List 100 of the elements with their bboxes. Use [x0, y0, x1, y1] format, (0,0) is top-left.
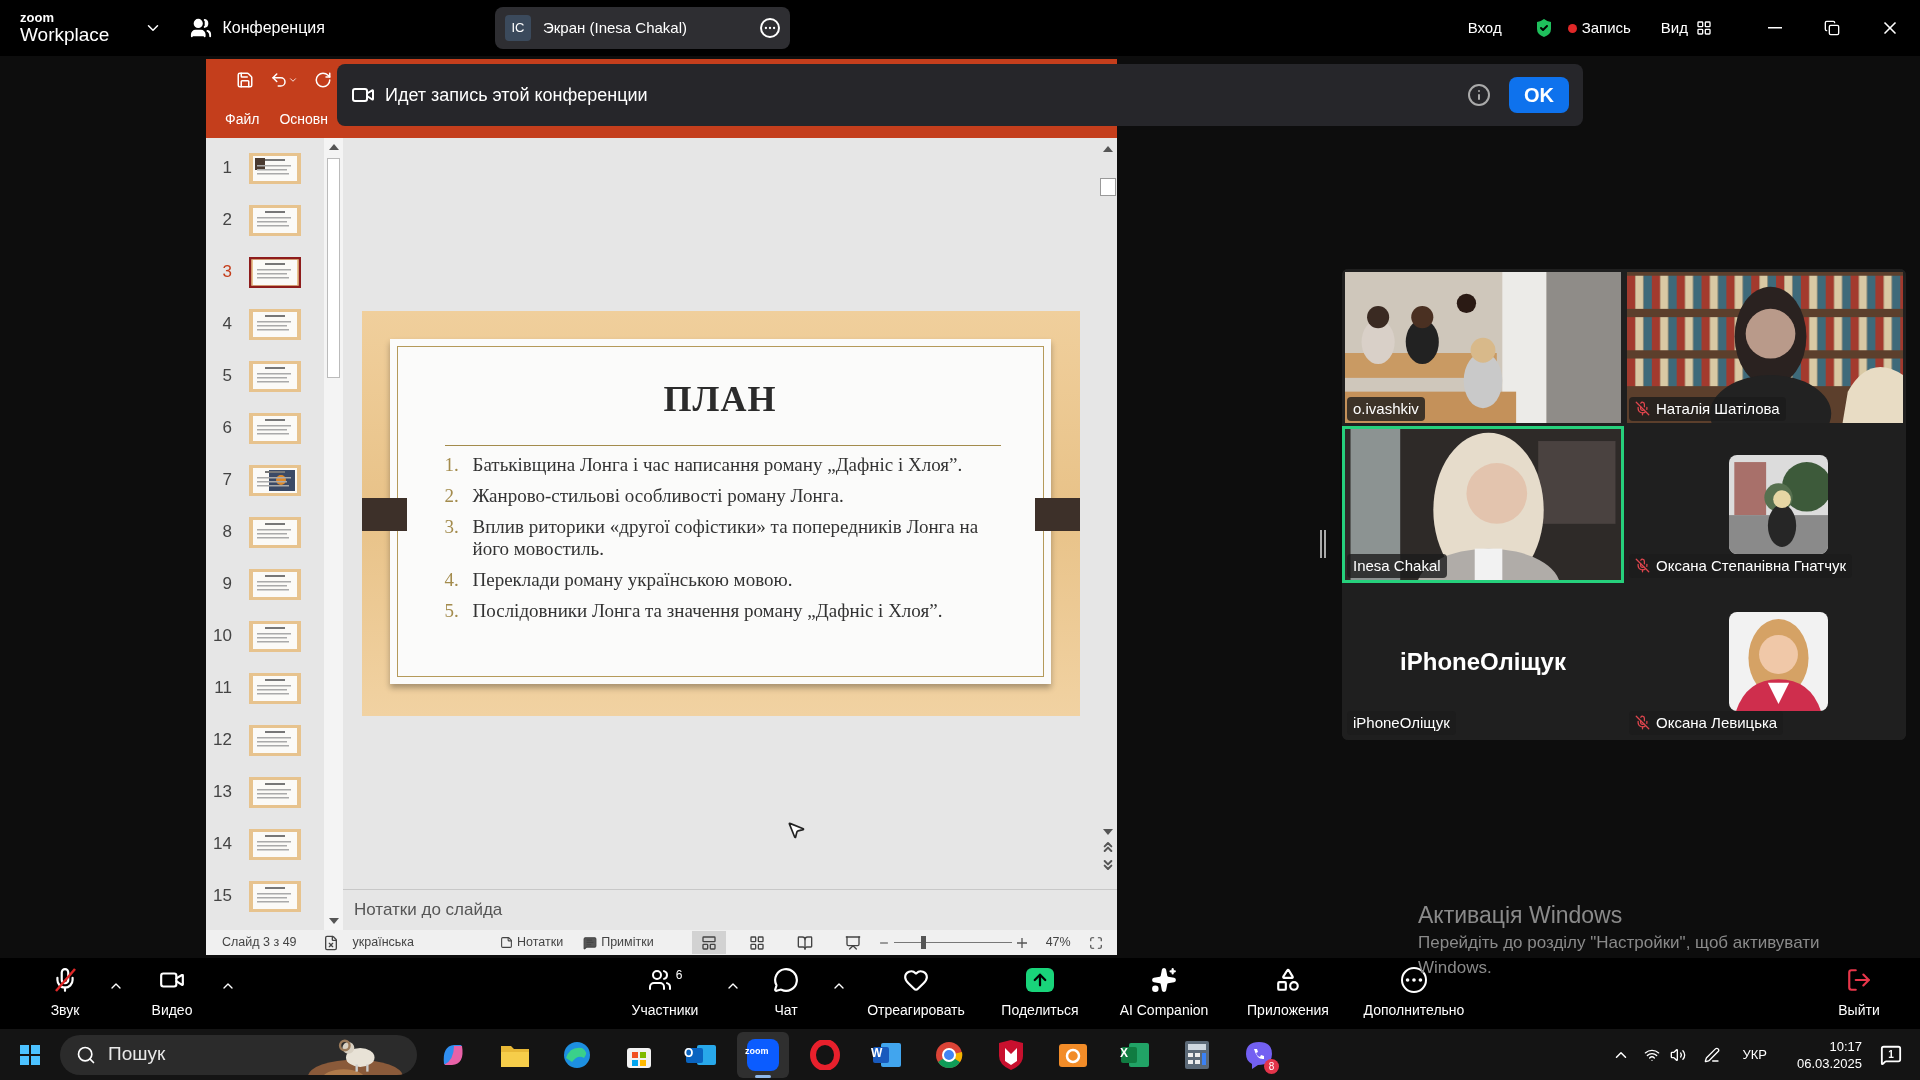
list-item-text: Жанрово-стильові особливості роману Лонга. — [472, 485, 845, 507]
spelling-icon[interactable] — [322, 934, 339, 951]
language-indicator[interactable]: УКР — [1742, 1044, 1767, 1065]
logo-product: Workplace — [20, 25, 110, 45]
view-icon — [700, 934, 717, 951]
slide-list-item[interactable]: 3 — [206, 246, 324, 298]
info-icon[interactable] — [1467, 83, 1491, 107]
ok-button[interactable]: OK — [1509, 77, 1569, 113]
slide-list-item[interactable]: 13 — [206, 766, 324, 818]
scroll-up-arrow[interactable] — [1101, 144, 1114, 154]
view-icon — [844, 934, 861, 951]
participant-name: Оксана Степанівна Гнатчук — [1656, 555, 1847, 576]
sparkle-icon — [1151, 967, 1177, 993]
toolbar-button[interactable]: Приложения — [1233, 966, 1343, 1021]
people-icon — [647, 968, 672, 992]
view-button[interactable]: Вид — [1660, 16, 1712, 40]
save-icon[interactable] — [236, 70, 254, 89]
slide-list-item[interactable]: 10 — [206, 610, 324, 662]
share-icon — [1026, 968, 1054, 992]
slide-list-item[interactable]: 9 — [206, 558, 324, 610]
ribbon-tab[interactable]: Файл — [225, 108, 260, 130]
list-number: 1. — [444, 454, 460, 476]
toolbar-button[interactable]: AI Companion — [1105, 966, 1223, 1021]
slide-list-item[interactable]: 5 — [206, 350, 324, 402]
notes-button[interactable]: Нотатки — [500, 933, 564, 952]
active-indicator — [755, 1074, 771, 1078]
slide-list-item[interactable]: 2 — [206, 194, 324, 246]
volume-icon[interactable] — [1670, 1046, 1687, 1063]
redo-icon[interactable] — [314, 70, 332, 89]
clock-date: 06.03.2025 — [1796, 1054, 1862, 1072]
slide-list-item[interactable]: 14 — [206, 818, 324, 870]
toolbar-button[interactable]: Звук — [30, 966, 100, 1021]
zoom-slider[interactable] — [893, 936, 1012, 949]
scrollbar-thumb[interactable] — [327, 158, 340, 378]
wave-circle-icon — [562, 1039, 592, 1070]
zoom-in-icon[interactable] — [1015, 936, 1028, 949]
display-name: iPhoneОліщук — [1400, 646, 1566, 677]
toolbar-button[interactable]: Видео — [132, 966, 212, 1021]
logo-brand: zoom — [20, 11, 55, 25]
meeting-menu[interactable]: Конференция — [190, 16, 325, 40]
zoom-percent: 47% — [1045, 934, 1071, 952]
cursor-icon — [786, 820, 806, 840]
view-icon — [796, 934, 813, 951]
notifications-button[interactable]: 1 — [1876, 1039, 1906, 1070]
toolbar-button[interactable]: Выйти — [1824, 966, 1894, 1021]
screen-share-pill[interactable]: IC Экран (Inesa Chakal) — [495, 7, 790, 49]
ring-icon — [810, 1039, 840, 1070]
slide-list-item[interactable]: 7 — [206, 454, 324, 506]
language-label: українська — [352, 934, 415, 952]
slide-list-item[interactable]: 1 — [206, 142, 324, 194]
taskbar-button[interactable]: 8 — [1233, 1031, 1285, 1078]
record-button[interactable]: Запись — [1567, 16, 1631, 40]
taskbar-button[interactable]: X — [1109, 1031, 1161, 1078]
scrollbar-thumb[interactable] — [1099, 178, 1116, 196]
slide-list-item[interactable]: 4 — [206, 298, 324, 350]
scroll-up-arrow[interactable] — [327, 142, 340, 152]
slider-thumb[interactable] — [921, 936, 927, 949]
comment-icon — [583, 935, 598, 950]
more-icon[interactable] — [760, 18, 780, 38]
ribbon-tab[interactable]: Основн — [279, 108, 328, 130]
message-icon — [1880, 1043, 1902, 1066]
slide-list-item[interactable]: 6 — [206, 402, 324, 454]
view-icon — [748, 934, 765, 951]
pen-icon[interactable] — [1704, 1046, 1721, 1063]
share-label: Экран (Inesa Chakal) — [543, 17, 688, 38]
restore-icon — [1823, 20, 1840, 36]
list-item-text: Переклади роману українською мовою. — [472, 569, 794, 591]
toolbar-button[interactable]: Отреагировать — [857, 966, 975, 1021]
scroll-down-arrow[interactable] — [327, 916, 340, 926]
slide-list-item[interactable]: 15 — [206, 870, 324, 922]
participant-name: Inesa Chakal — [1353, 555, 1441, 576]
toolbar-button[interactable]: Чат — [751, 966, 821, 1021]
search-field[interactable]: Пошук — [108, 1040, 258, 1069]
slide-list-item[interactable]: 8 — [206, 506, 324, 558]
scroll-down-arrow[interactable] — [1101, 827, 1114, 837]
toolbar-button[interactable]: 6 Участники — [615, 966, 715, 1021]
clock-time: 10:17 — [1829, 1037, 1862, 1055]
four-squares-icon — [20, 1044, 40, 1065]
minimize-icon — [1767, 27, 1782, 29]
participant-name: Наталія Шатілова — [1656, 398, 1780, 419]
search-icon — [76, 1044, 96, 1065]
comments-button[interactable]: Примітки — [583, 933, 654, 952]
notes-icon — [500, 936, 514, 949]
list-item-text: Послідовники Лонга та значення роману „Дафніс і Хлоя”. — [472, 600, 944, 622]
exit-icon — [1846, 967, 1872, 993]
phone-bubble-icon — [1244, 1039, 1274, 1070]
slide-list-item[interactable]: 11 — [206, 662, 324, 714]
undo-icon[interactable] — [270, 70, 288, 89]
list-number: 4. — [444, 569, 460, 591]
initials-avatar: IC — [505, 15, 531, 41]
apps-icon — [1275, 967, 1301, 993]
grid-icon — [1696, 20, 1712, 36]
search-bar[interactable]: Пошук — [60, 1034, 417, 1075]
view-mode-button[interactable] — [691, 931, 726, 954]
fit-slide-icon[interactable] — [1088, 935, 1103, 950]
splitter-handle[interactable] — [1320, 530, 1326, 558]
sign-in-button[interactable]: Вход — [1467, 16, 1502, 40]
toolbar-button[interactable]: Поделиться — [985, 966, 1095, 1021]
activation-title: Активація Windows — [1418, 901, 1624, 930]
slide-list-item[interactable]: 12 — [206, 714, 324, 766]
